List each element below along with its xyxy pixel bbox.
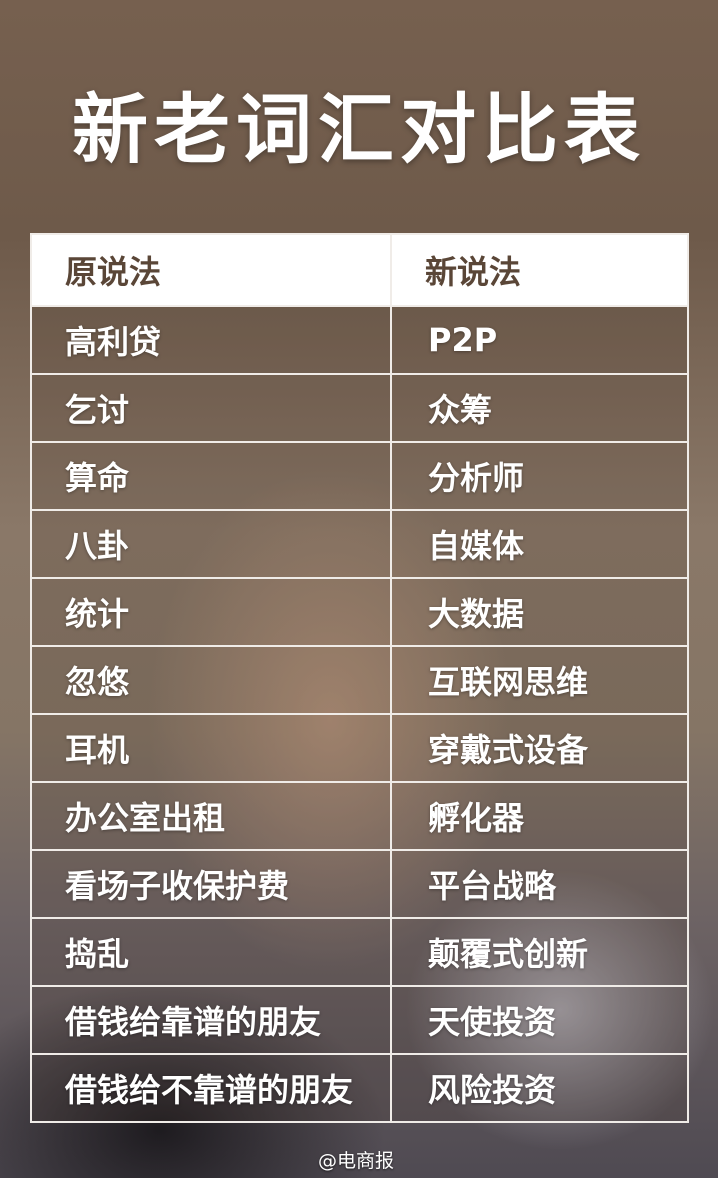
old-term-cell: 统计 — [30, 577, 392, 647]
table-row: 捣乱 颠覆式创新 — [30, 917, 689, 987]
table-row: 办公室出租 孵化器 — [30, 781, 689, 851]
old-term-cell: 捣乱 — [30, 917, 392, 987]
watermark: @电商报 — [318, 1150, 395, 1172]
new-term-cell: 风险投资 — [390, 1053, 689, 1123]
header-new-term: 新说法 — [390, 233, 689, 307]
new-term-cell: P2P — [390, 305, 689, 375]
old-term-cell: 高利贷 — [30, 305, 392, 375]
old-term-cell: 借钱给靠谱的朋友 — [30, 985, 392, 1055]
new-term-cell: 大数据 — [390, 577, 689, 647]
table-header-row: 原说法 新说法 — [30, 233, 689, 307]
table-row: 看场子收保护费 平台战略 — [30, 849, 689, 919]
comparison-table: 原说法 新说法 高利贷 P2P 乞讨 众筹 算命 分析师 八卦 自媒体 统计 大… — [30, 233, 689, 1123]
header-old-term: 原说法 — [30, 233, 392, 307]
old-term-cell: 八卦 — [30, 509, 392, 579]
table-row: 耳机 穿戴式设备 — [30, 713, 689, 783]
new-term-cell: 天使投资 — [390, 985, 689, 1055]
table-row: 借钱给靠谱的朋友 天使投资 — [30, 985, 689, 1055]
new-term-cell: 自媒体 — [390, 509, 689, 579]
table-row: 高利贷 P2P — [30, 305, 689, 375]
old-term-cell: 忽悠 — [30, 645, 392, 715]
old-term-cell: 乞讨 — [30, 373, 392, 443]
table-row: 借钱给不靠谱的朋友 风险投资 — [30, 1053, 689, 1123]
old-term-cell: 耳机 — [30, 713, 392, 783]
new-term-cell: 分析师 — [390, 441, 689, 511]
new-term-cell: 众筹 — [390, 373, 689, 443]
old-term-cell: 办公室出租 — [30, 781, 392, 851]
old-term-cell: 看场子收保护费 — [30, 849, 392, 919]
table-row: 八卦 自媒体 — [30, 509, 689, 579]
table-row: 乞讨 众筹 — [30, 373, 689, 443]
new-term-cell: 穿戴式设备 — [390, 713, 689, 783]
new-term-cell: 颠覆式创新 — [390, 917, 689, 987]
new-term-cell: 平台战略 — [390, 849, 689, 919]
new-term-cell: 互联网思维 — [390, 645, 689, 715]
new-term-cell: 孵化器 — [390, 781, 689, 851]
old-term-cell: 借钱给不靠谱的朋友 — [30, 1053, 392, 1123]
table-row: 统计 大数据 — [30, 577, 689, 647]
table-row: 忽悠 互联网思维 — [30, 645, 689, 715]
table-row: 算命 分析师 — [30, 441, 689, 511]
page-title: 新老词汇对比表 — [72, 85, 646, 174]
old-term-cell: 算命 — [30, 441, 392, 511]
